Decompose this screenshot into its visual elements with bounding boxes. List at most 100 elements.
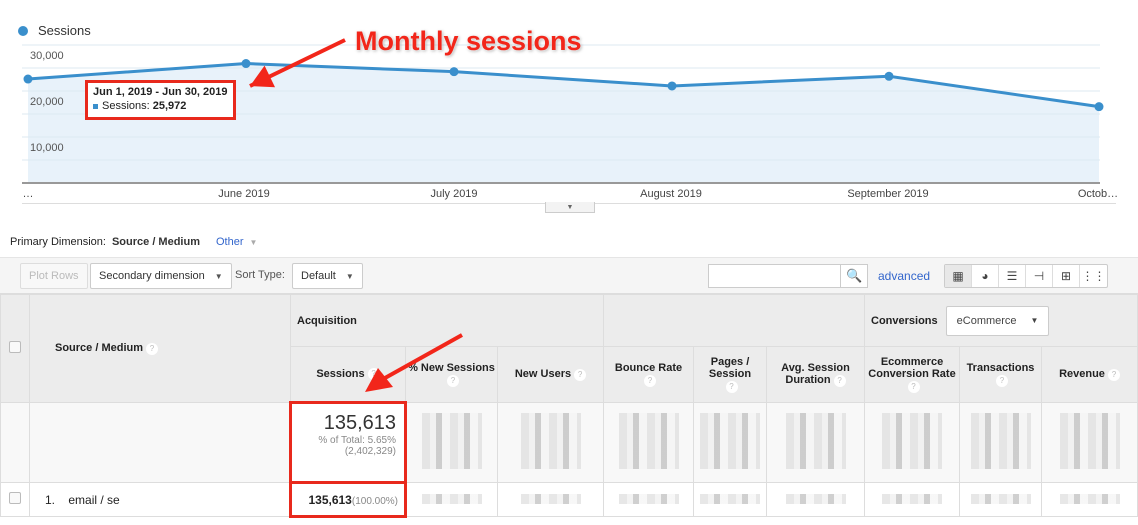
dimension-other-link[interactable]: Other: [216, 236, 244, 248]
help-icon[interactable]: ?: [644, 374, 656, 387]
view-switcher: ▦ ◕ ☰ ⊣ ⊞ ⋮⋮: [944, 264, 1108, 288]
grid-view-icon[interactable]: ▦: [945, 265, 972, 287]
col-new-sessions[interactable]: % New Sessions?: [405, 346, 498, 403]
col-label: Sessions: [316, 367, 365, 380]
advanced-filter-link[interactable]: advanced: [878, 269, 930, 283]
col-avg-duration[interactable]: Avg. Session Duration?: [766, 346, 865, 403]
col-new-users[interactable]: New Users?: [497, 346, 604, 403]
redacted-value: [700, 493, 760, 504]
report-table: Source / Medium? Acquisition Behavior Co…: [0, 294, 1138, 518]
col-label: Pages / Session: [708, 356, 752, 381]
redacted-value: [422, 413, 482, 469]
behavior-group: Behavior: [603, 294, 865, 347]
series-square-icon: [93, 103, 98, 109]
row-sessions-pct: (100.00%): [351, 495, 398, 507]
blurred-cell: [766, 402, 865, 483]
collapse-chart-button[interactable]: ▼: [545, 202, 595, 213]
acquisition-label: Acquisition: [297, 314, 357, 327]
help-icon[interactable]: ?: [725, 380, 738, 393]
conversions-label: Conversions: [871, 314, 938, 327]
blurred-cell: [497, 402, 604, 483]
blurred-cell: [864, 402, 960, 483]
col-conversion-rate[interactable]: Ecommerce Conversion Rate?: [864, 346, 960, 403]
blurred-cell: [497, 482, 604, 517]
dimension-header[interactable]: Source / Medium?: [29, 294, 291, 403]
triangle-down-icon: ▼: [566, 203, 574, 211]
behavior-label: Behavior: [610, 314, 658, 327]
redacted-value: [785, 493, 846, 504]
site-total: (2,402,329): [344, 446, 396, 457]
data-point: [449, 67, 459, 77]
table-toolbar: Plot Rows Secondary dimension ▼ Sort Type…: [0, 257, 1138, 294]
conversions-dropdown[interactable]: eCommerce ▼: [945, 305, 1050, 336]
blurred-cell: [603, 482, 694, 517]
blurred-cell: [959, 402, 1042, 483]
dimension-source-medium[interactable]: Source / Medium: [112, 236, 200, 248]
col-label: Transactions: [966, 362, 1035, 375]
caret-down-icon: ▼: [249, 237, 258, 247]
acquisition-group: Acquisition: [290, 294, 604, 347]
sort-type-label: Sort Type:: [235, 269, 285, 281]
select-all-checkbox[interactable]: [9, 341, 21, 353]
x-tick: Octob…: [1077, 188, 1119, 200]
blurred-cell: [1041, 482, 1138, 517]
help-icon[interactable]: ?: [367, 368, 380, 381]
help-icon[interactable]: ?: [1107, 368, 1120, 381]
secondary-dimension-label: Secondary dimension: [99, 270, 205, 282]
col-bounce-rate[interactable]: Bounce Rate?: [603, 346, 694, 403]
plot-rows-button[interactable]: Plot Rows: [20, 263, 88, 289]
x-tick: September 2019: [847, 188, 929, 200]
redacted-value: [882, 493, 942, 504]
blurred-cell: [405, 402, 498, 483]
bar-view-icon[interactable]: ☰: [999, 265, 1026, 287]
help-icon[interactable]: ?: [574, 368, 587, 381]
search-button[interactable]: 🔍: [840, 264, 868, 288]
help-icon[interactable]: ?: [907, 380, 920, 393]
pivot-view-icon[interactable]: ⊞: [1053, 265, 1080, 287]
table-row: 1. email / se 135,613(100.00%): [0, 481, 1138, 518]
x-tick: July 2019: [430, 188, 478, 200]
redacted-value: [785, 413, 846, 469]
col-revenue[interactable]: Revenue?: [1041, 346, 1138, 403]
redacted-value: [520, 493, 581, 504]
blurred-cell: [603, 402, 694, 483]
help-icon[interactable]: ?: [996, 374, 1008, 387]
conversions-group: Conversions eCommerce ▼: [864, 294, 1138, 347]
help-icon[interactable]: ?: [146, 342, 159, 355]
tooltip-range: Jun 1, 2019 - Jun 30, 2019: [93, 86, 228, 98]
total-pct: % of Total: 5.65%: [318, 435, 396, 446]
blurred-cell: [693, 402, 767, 483]
redacted-value: [970, 413, 1031, 469]
plot-rows-label: Plot Rows: [29, 270, 79, 282]
caret-down-icon: ▼: [1030, 316, 1039, 325]
row-dimension-cell: 1. email / se: [29, 482, 291, 517]
comparison-view-icon[interactable]: ⊣: [1026, 265, 1053, 287]
sort-type-value: Default: [301, 270, 336, 282]
col-pages-session[interactable]: Pages / Session?: [693, 346, 767, 403]
col-label: Ecommerce Conversion Rate: [868, 356, 956, 381]
search-icon: 🔍: [846, 268, 863, 283]
redacted-value: [618, 413, 679, 469]
redacted-value: [1059, 493, 1120, 504]
col-label: New Users: [514, 368, 572, 381]
redacted-value: [618, 493, 679, 504]
help-icon[interactable]: ?: [833, 374, 846, 387]
data-point: [667, 81, 677, 91]
redacted-value: [882, 413, 942, 469]
help-icon[interactable]: ?: [447, 374, 459, 387]
blurred-cell: [959, 482, 1042, 517]
data-point: [23, 74, 33, 84]
pie-view-icon[interactable]: ◕: [972, 265, 999, 287]
col-transactions[interactable]: Transactions?: [959, 346, 1042, 403]
row-checkbox[interactable]: [9, 492, 21, 504]
sort-type-dropdown[interactable]: Default ▼: [292, 263, 363, 289]
term-cloud-icon[interactable]: ⋮⋮: [1080, 265, 1107, 287]
secondary-dimension-dropdown[interactable]: Secondary dimension ▼: [90, 263, 232, 289]
dimension-header-label: Source / Medium: [55, 342, 144, 355]
row-source-link[interactable]: email / se: [68, 493, 119, 507]
col-sessions[interactable]: Sessions?: [290, 346, 406, 404]
row-sessions: 135,613: [308, 492, 352, 507]
totals-dimension-cell: [29, 402, 291, 483]
redacted-value: [520, 413, 581, 469]
row-check-cell: [0, 482, 30, 517]
